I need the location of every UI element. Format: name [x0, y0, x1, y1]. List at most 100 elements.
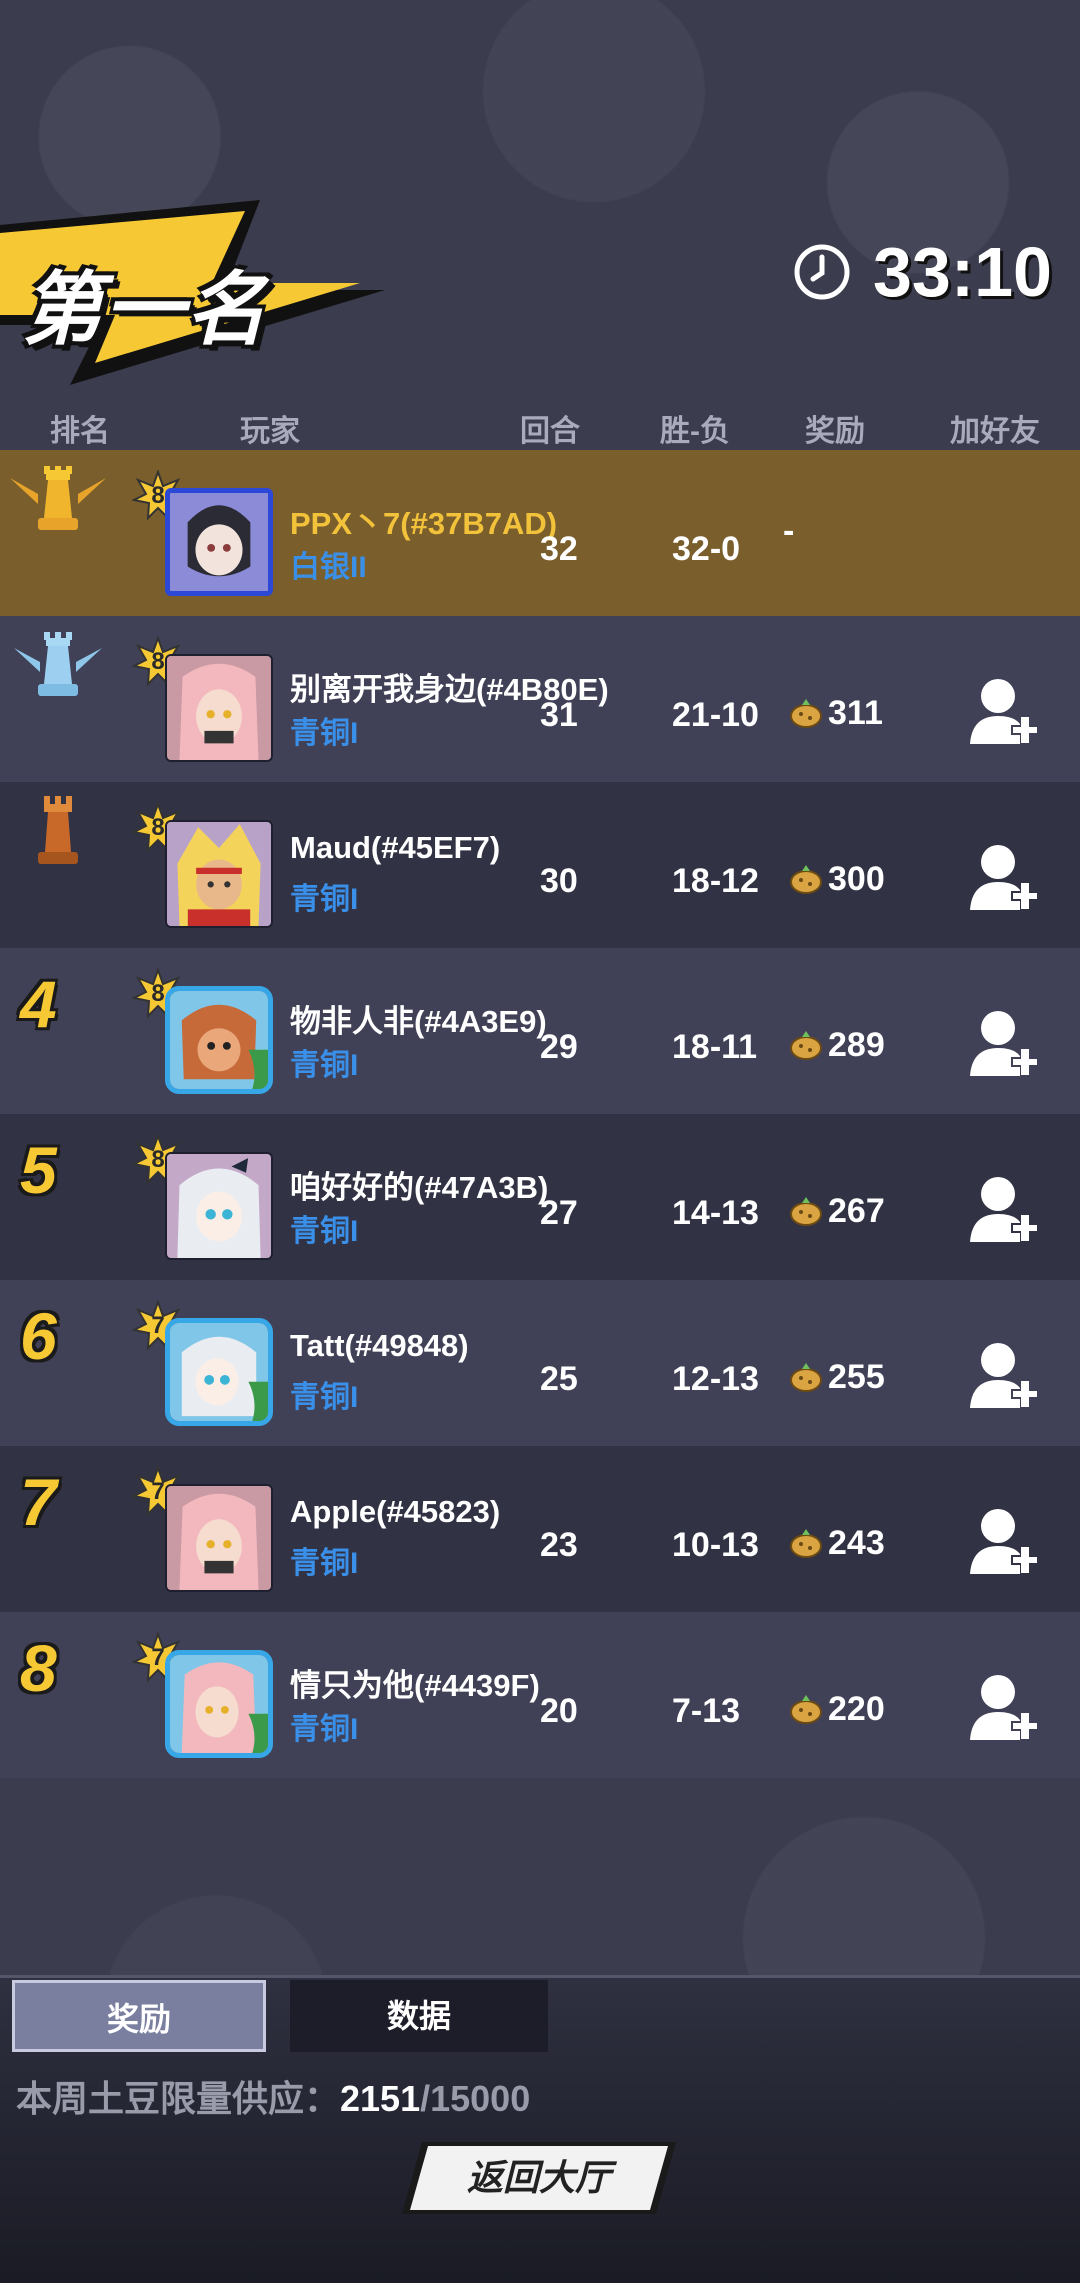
rank-number: 8: [20, 1631, 57, 1705]
add-friend-icon[interactable]: [968, 1172, 1038, 1246]
rank-number: 5: [20, 1133, 57, 1207]
win-loss-value: 12-13: [672, 1360, 759, 1398]
reward: 255: [788, 1358, 885, 1397]
table-row[interactable]: 8 PPX丶7(#37B7AD) 白银II 32 32-0 -: [0, 450, 1080, 616]
player-name: Tatt(#49848): [290, 1328, 469, 1363]
win-loss-value: 14-13: [672, 1194, 759, 1232]
player-name: 物非人非(#4A3E9): [290, 1004, 547, 1039]
reward-value: 220: [828, 1690, 885, 1728]
placement-title: 第一名: [22, 265, 268, 354]
add-friend-icon[interactable]: [968, 1006, 1038, 1080]
avatar[interactable]: [165, 1152, 273, 1260]
reward: 220: [788, 1690, 885, 1729]
potato-icon: [790, 1030, 822, 1060]
reward-value: -: [783, 512, 795, 550]
rank-number: 7: [20, 1465, 57, 1539]
reward-value: 300: [828, 860, 885, 898]
table-row[interactable]: 8 7 情只为他(#4439F) 青铜I 20 7-13 220: [0, 1612, 1080, 1778]
potato-icon: [790, 1528, 822, 1558]
rounds-value: 25: [540, 1360, 578, 1398]
header-win-loss: 胜-负: [660, 415, 730, 448]
rounds-value: 32: [540, 530, 578, 568]
add-friend-icon[interactable]: [968, 1504, 1038, 1578]
avatar[interactable]: [165, 1650, 273, 1758]
header-rounds: 回合: [520, 415, 580, 448]
table-row[interactable]: 4 8 物非人非(#4A3E9) 青铜I 29 18-11 289: [0, 948, 1080, 1114]
player-name: Maud(#45EF7): [290, 830, 501, 865]
reward: 311: [788, 694, 883, 733]
reward-value: 255: [828, 1358, 885, 1396]
player-tier: 青铜I: [290, 1381, 359, 1414]
bronze-rook-icon: [38, 796, 78, 864]
win-loss-value: 10-13: [672, 1526, 759, 1564]
player-tier: 青铜I: [290, 883, 359, 916]
add-friend-icon[interactable]: [968, 1670, 1038, 1744]
rank-number: 6: [20, 1299, 57, 1373]
supply-max: /15000: [420, 2078, 531, 2119]
header-player: 玩家: [240, 415, 300, 448]
rounds-value: 31: [540, 696, 578, 734]
table-header: 排名 玩家 回合 胜-负 奖励 加好友: [0, 402, 1080, 448]
add-friend-icon[interactable]: [968, 1338, 1038, 1412]
reward-value: 267: [828, 1192, 885, 1230]
player-tier: 青铜I: [290, 717, 359, 750]
tab-data[interactable]: 数据: [290, 1980, 548, 2052]
player-tier: 青铜I: [290, 1049, 359, 1082]
leaderboard: 8 PPX丶7(#37B7AD) 白银II 32 32-0 - 8 别离开我身边…: [0, 450, 1080, 1778]
reward: 267: [788, 1192, 885, 1231]
table-row[interactable]: 7 7 Apple(#45823) 青铜I 23 10-13 243: [0, 1446, 1080, 1612]
supply-label: 本周土豆限量供应：: [16, 2078, 341, 2119]
reward: 300: [788, 860, 885, 899]
rounds-value: 29: [540, 1028, 578, 1066]
potato-icon: [790, 864, 822, 894]
weekly-supply: 本周土豆限量供应：2151/15000: [16, 2070, 530, 2122]
reward-value: 289: [828, 1026, 885, 1064]
avatar[interactable]: [165, 488, 273, 596]
avatar[interactable]: [165, 654, 273, 762]
rounds-value: 27: [540, 1194, 578, 1232]
reward-value: 243: [828, 1524, 885, 1562]
player-tier: 青铜I: [290, 1547, 359, 1580]
avatar[interactable]: [165, 820, 273, 928]
win-loss-value: 18-11: [672, 1028, 758, 1066]
back-to-lobby-button[interactable]: 返回大厅: [400, 2140, 678, 2216]
rounds-value: 30: [540, 862, 578, 900]
table-row[interactable]: 6 7 Tatt(#49848) 青铜I 25 12-13 255: [0, 1280, 1080, 1446]
avatar[interactable]: [165, 1318, 273, 1426]
player-name: PPX丶7(#37B7AD): [290, 506, 558, 541]
header-rank: 排名: [50, 415, 110, 448]
avatar[interactable]: [165, 1484, 273, 1592]
timer-value: 33:10: [872, 233, 1052, 311]
potato-icon: [790, 1196, 822, 1226]
potato-icon: [790, 1694, 822, 1724]
win-loss-value: 7-13: [672, 1692, 741, 1730]
potato-icon: [790, 698, 822, 728]
gold-crown-icon: [10, 466, 106, 530]
header-reward: 奖励: [805, 415, 865, 448]
silver-crown-icon: [14, 632, 102, 696]
clock-icon: [794, 244, 850, 300]
player-name: 咱好好的(#47A3B): [290, 1170, 549, 1205]
table-row[interactable]: 5 8 咱好好的(#47A3B) 青铜I 27 14-13 267: [0, 1114, 1080, 1280]
rank-number: 4: [20, 967, 57, 1041]
player-tier: 青铜I: [290, 1215, 359, 1248]
table-row[interactable]: 8 别离开我身边(#4B80E) 青铜I 31 21-10 311: [0, 616, 1080, 782]
back-to-lobby-label: 返回大厅: [466, 2157, 611, 2198]
avatar[interactable]: [165, 986, 273, 1094]
supply-current: 2151: [340, 2078, 421, 2119]
add-friend-icon[interactable]: [968, 840, 1038, 914]
table-row[interactable]: 8 Maud(#45EF7) 青铜I 30 18-12 300: [0, 782, 1080, 948]
player-tier: 白银II: [290, 551, 367, 584]
rounds-value: 23: [540, 1526, 578, 1564]
player-name: 情只为他(#4439F): [290, 1668, 540, 1703]
win-loss-value: 18-12: [672, 862, 759, 900]
player-name: Apple(#45823): [290, 1494, 501, 1529]
player-tier: 青铜I: [290, 1713, 359, 1746]
potato-icon: [790, 1362, 822, 1392]
add-friend-icon[interactable]: [968, 674, 1038, 748]
tab-reward[interactable]: 奖励: [12, 1980, 266, 2052]
win-loss-value: 32-0: [672, 530, 741, 568]
placement-banner: 第一名: [0, 195, 400, 395]
reward: 289: [788, 1026, 885, 1065]
reward: 243: [788, 1524, 885, 1563]
